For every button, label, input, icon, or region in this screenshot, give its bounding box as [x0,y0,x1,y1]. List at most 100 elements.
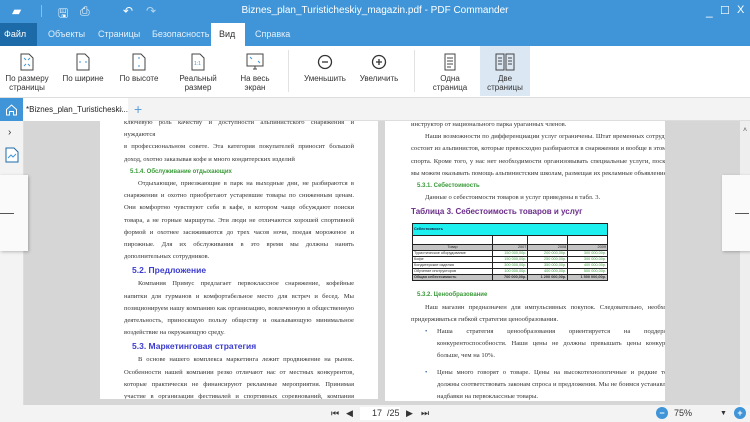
two-pages-label-2: страницы [487,83,523,92]
bullet-list: Наша стратегия ценообразования ориентиру… [411,326,665,401]
table-cell: 700 000,00р. [491,274,529,282]
file-menu[interactable]: Файл ▾ [0,23,37,62]
paragraph: Наши возможности по дифференциации услуг… [411,133,665,177]
right-page: инструктор от национального парка ураган… [385,121,665,401]
minimize-button[interactable]: _ [706,4,713,18]
tab-security[interactable]: Безопасность [144,23,217,46]
section-heading: 5.2. Предложение [132,265,207,276]
menu-bar: Файл ▾ Объекты Страницы Безопасность Вид… [0,23,750,62]
fit-height-label: По высоте [119,74,159,83]
fit-width-label: По ширине [62,74,104,83]
section-heading: 5.3. Маркетинговая стратегия [132,341,257,352]
ribbon-divider [288,50,289,92]
zoom-in-button[interactable]: Увеличить [354,46,404,96]
fit-page-icon [4,50,50,74]
zoom-select[interactable]: 75% [674,408,692,418]
window-title: Biznes_plan_Turisticheskiy_magazin.pdf -… [241,5,509,16]
tab-pages[interactable]: Страницы [90,23,148,46]
paragraph: Данные о себестоимости товаров и услуг п… [425,194,601,202]
list-item: Наша стратегия ценообразования ориентиру… [425,326,665,363]
empty-cell [527,235,569,246]
paragraph: Наш магазин предназначен для импульсивны… [411,303,665,323]
zoom-out-label: Уменьшить [304,74,346,83]
home-button[interactable] [0,98,23,121]
fit-height-icon [116,50,162,74]
paragraph: в профессиональном совете. Эта категория… [124,143,354,163]
next-page-button[interactable]: ▶ [406,408,413,419]
previous-page-button[interactable]: ◀ [346,408,353,419]
paragraph: Отдыхающие, приезжающие в парк на выходн… [124,180,354,261]
empty-cell [567,235,608,246]
table-caption: Себестоимость [412,223,608,237]
scroll-up-icon[interactable]: ˄ [740,127,750,134]
ribbon-toolbar: По размеру страницы По ширине По высоте 1… [0,46,750,98]
svg-text:1:1: 1:1 [194,61,201,67]
document-tabs: *Biznes_plan_Turisticheski... × + [0,98,750,121]
fit-height-button[interactable]: По высоте [116,46,162,96]
document-viewer[interactable]: ключевую роль качеству и доступности аль… [24,121,740,405]
left-page: ключевую роль качеству и доступности аль… [100,121,378,399]
fit-page-button[interactable]: По размеру страницы [4,46,50,96]
fullscreen-icon [232,50,278,74]
single-page-button[interactable]: Одна страница [428,46,472,96]
actual-size-button[interactable]: 1:1 Реальный размер [173,46,223,96]
two-pages-label: Две [497,74,513,83]
file-menu-label: Файл [4,29,27,39]
zoom-out-button[interactable]: Уменьшить [298,46,352,96]
tab-help[interactable]: Справка [247,23,298,46]
fit-width-button[interactable]: По ширине [60,46,106,96]
expand-sidebar-icon[interactable]: › [8,127,11,138]
paragraph: В основе нашего комплекса маркетинга леж… [124,356,354,399]
actual-size-label: Реальный [179,74,217,83]
maximize-button[interactable]: ☐ [720,4,730,17]
last-page-button[interactable]: ⏭ [421,408,429,419]
document-tab-label: *Biznes_plan_Turisticheski... [26,105,128,114]
fit-page-label: По размеру [5,74,49,83]
zoom-in-label: Увеличить [359,74,399,83]
single-page-label: Одна [440,74,460,83]
table-cell: 1 200 000,00р. [527,274,569,282]
paragraph: инструктор от национального парка ураган… [411,121,567,128]
next-page-overlay[interactable] [722,175,750,251]
fit-width-icon [60,50,106,74]
two-pages-button[interactable]: Две страницы [480,46,530,96]
table-total-row: Общая себестоимость 700 000,00р. 1 200 000… [412,274,608,282]
ribbon-divider [414,50,415,92]
paragraph: Компания Примус предлагает первоклассное… [124,280,354,337]
subheading: 5.3.2. Ценообразование [417,292,488,299]
close-tab-icon[interactable]: × [118,98,123,121]
status-bar: ⏮ ◀ 17 /25 ▶ ⏭ − 75% ▼ + [0,405,750,422]
left-sidebar: › [0,121,24,405]
total-pages: /25 [387,408,400,418]
zoom-dropdown-icon[interactable]: ▼ [720,410,727,417]
table-cell: 1 500 000,00р. [567,274,608,282]
current-page-input[interactable]: 17 [372,408,382,418]
fullscreen-label: На весь [240,74,270,83]
tab-view[interactable]: Вид [211,23,245,46]
close-button[interactable]: X [737,4,744,16]
vertical-scrollbar[interactable]: ˄ [740,121,750,405]
table-title: Таблица 3. Себестоимость товаров и услуг [411,207,583,217]
tab-objects[interactable]: Объекты [40,23,93,46]
cost-table: Себестоимость Товар 2007 2008 2009 Туристич… [412,223,608,282]
single-page-label-2: страница [432,83,468,92]
paragraph: ключевую роль качеству и доступности аль… [124,121,354,139]
fullscreen-label-2: экран [244,83,266,92]
fullscreen-button[interactable]: На весь экран [232,46,278,96]
table-cell: Общая себестоимость [412,274,493,282]
zoom-out-small-button[interactable]: − [656,407,668,419]
previous-page-overlay[interactable] [0,175,28,251]
thumbnail-icon[interactable] [5,147,19,168]
subheading: 5.3.1. Себестоимость [417,183,480,190]
zoom-in-small-button[interactable]: + [734,407,746,419]
fit-page-label-2: страницы [9,83,45,92]
empty-cell [412,235,493,246]
document-tab[interactable]: *Biznes_plan_Turisticheski... × [23,98,128,121]
subheading: 5.1.4. Обслуживание отдыхающих [130,168,232,175]
zoom-out-icon [298,50,352,74]
actual-size-label-2: размер [184,83,212,92]
single-page-icon [428,50,472,74]
new-tab-button[interactable]: + [134,101,142,117]
home-icon [6,104,17,116]
first-page-button[interactable]: ⏮ [331,408,339,419]
